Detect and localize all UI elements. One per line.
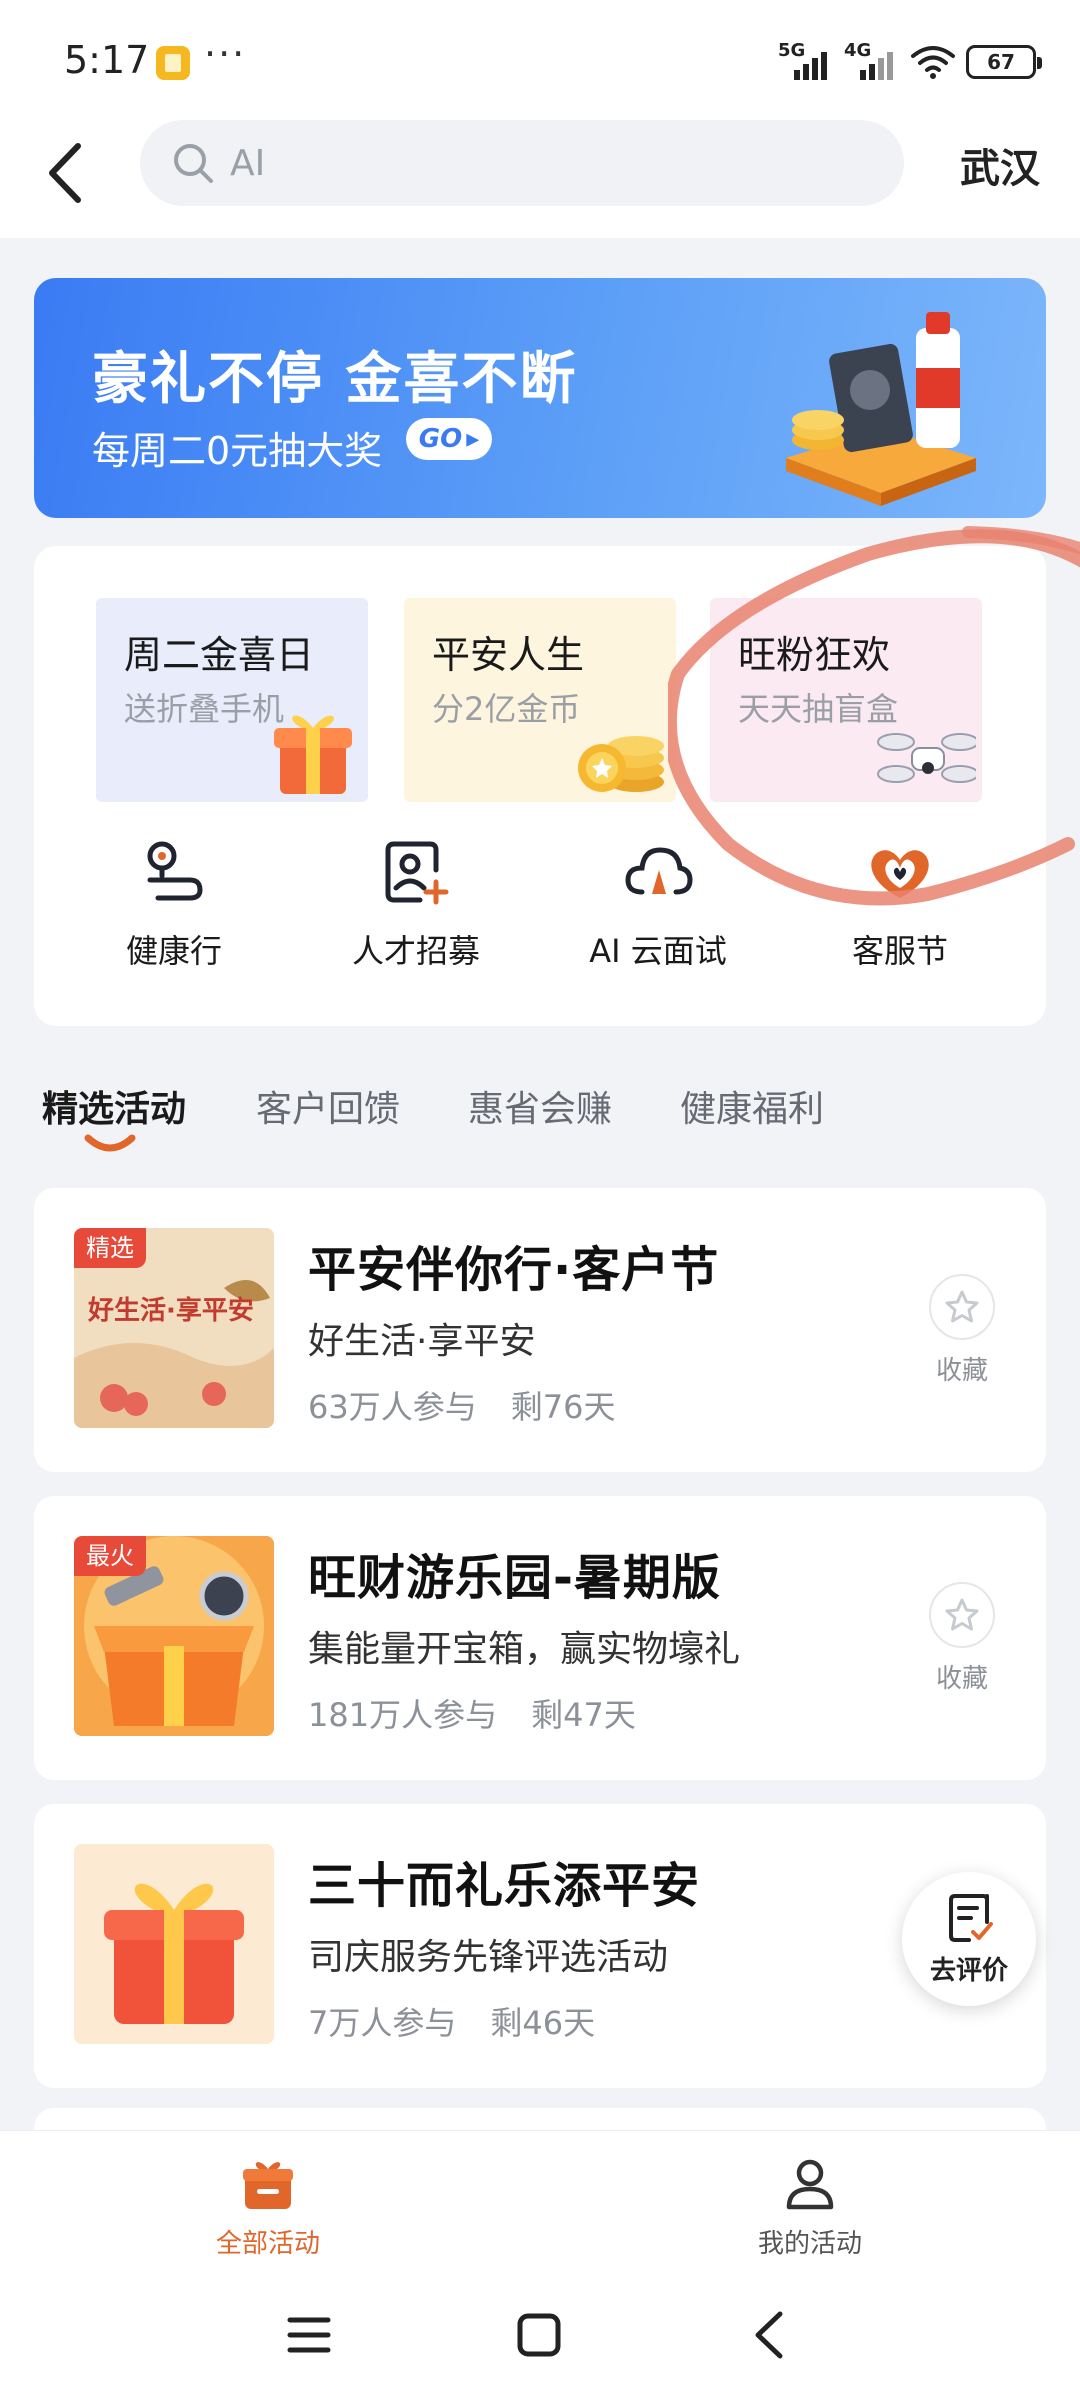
review-label: 去评价 <box>929 1956 1008 1986</box>
wifi-icon <box>911 46 955 79</box>
quick-action-health-walk[interactable]: 健康行 <box>74 836 274 986</box>
tab-customer-feedback[interactable]: 客户回馈 <box>256 1080 400 1132</box>
status-time: 5:17 <box>64 38 150 82</box>
thumbnail-caption: 好生活·享平安 <box>88 1296 254 1326</box>
activity-badge: 精选 <box>74 1228 146 1268</box>
activity-tabs: 精选活动 客户回馈 惠省会赚 健康福利 <box>0 1060 1080 1170</box>
activity-card[interactable]: 三十而礼乐添平安 司庆服务先锋评选活动 7万人参与 剩46天 <box>34 1804 1046 2088</box>
activity-meta: 181万人参与 剩47天 <box>308 1690 636 1736</box>
status-indicators: 5G 4G 67 <box>778 40 1042 84</box>
signal-5g-icon: 5G <box>778 40 834 80</box>
back-arrow-icon[interactable] <box>34 132 98 214</box>
tab-featured[interactable]: 精选活动 <box>42 1080 186 1132</box>
quick-action-talent-recruit[interactable]: 人才招募 <box>316 836 516 986</box>
drone-icon <box>877 733 976 783</box>
activity-description: 好生活·享平安 <box>308 1321 536 1362</box>
system-back-icon[interactable] <box>736 2300 806 2370</box>
banner-go-button[interactable]: GO ▸ <box>406 418 492 460</box>
favorite-label: 收藏 <box>935 1356 988 1386</box>
prize-illustration <box>786 312 976 506</box>
quick-action-label: 健康行 <box>125 932 222 970</box>
quick-action-ai-interview[interactable]: AI 云面试 <box>558 836 758 986</box>
activity-description: 司庆服务先锋评选活动 <box>308 1937 669 1978</box>
activity-title: 旺财游乐园-暑期版 <box>308 1550 721 1606</box>
status-bar: 5:17 ··· 5G 4G 67 <box>0 0 1080 120</box>
tile-title: 周二金喜日 <box>124 633 315 677</box>
days-remaining: 剩76天 <box>510 1388 616 1426</box>
bottom-navigation: 全部活动 我的活动 <box>0 2130 1080 2270</box>
activity-description: 集能量开宝箱，赢实物壕礼 <box>308 1629 741 1670</box>
quick-action-service-festival[interactable]: 客服节 <box>800 836 1000 986</box>
banner-subtitle: 每周二0元抽大奖 <box>92 429 383 473</box>
header: 武汉 <box>0 120 1080 238</box>
nav-label: 全部活动 <box>215 2229 320 2259</box>
activity-thumbnail <box>74 1844 274 2044</box>
days-remaining: 剩46天 <box>490 2004 596 2042</box>
tile-subtitle: 送折叠手机 <box>124 690 285 728</box>
days-remaining: 剩47天 <box>531 1696 636 1734</box>
feature-tile-fan-carnival[interactable]: 旺粉狂欢 天天抽盲盒 <box>710 598 982 802</box>
heart-logo-icon <box>871 850 929 898</box>
tile-subtitle: 天天抽盲盒 <box>738 690 899 728</box>
activity-title: 平安伴你行·客户节 <box>308 1242 720 1298</box>
nav-all-activities[interactable]: 全部活动 <box>158 2155 378 2260</box>
battery-icon: 67 <box>966 45 1042 79</box>
gift-box-icon <box>274 715 352 794</box>
quick-action-label: 人才招募 <box>351 932 480 970</box>
play-arrow-icon: ▸ <box>466 424 480 454</box>
status-more-icon: ··· <box>204 32 247 76</box>
feature-tile-ping-an-life[interactable]: 平安人生 分2亿金币 <box>404 598 676 802</box>
tab-save-and-earn[interactable]: 惠省会赚 <box>468 1080 612 1132</box>
nav-my-activities[interactable]: 我的活动 <box>700 2155 920 2260</box>
category-card: 周二金喜日 送折叠手机 平安人生 分2亿金币 旺粉狂欢 天天抽盲盒 健康行 人才… <box>34 546 1046 1026</box>
activity-meta: 63万人参与 剩76天 <box>308 1382 615 1428</box>
quick-action-label: AI 云面试 <box>589 932 727 970</box>
review-note-icon <box>949 1894 993 1942</box>
search-input[interactable] <box>230 120 870 206</box>
recent-apps-icon[interactable] <box>274 2300 344 2370</box>
banner-title: 豪礼不停 金喜不断 <box>92 347 578 412</box>
favorite-button[interactable]: 收藏 <box>922 1274 1002 1387</box>
tab-active-indicator <box>84 1134 136 1152</box>
review-float-button[interactable]: 去评价 <box>902 1872 1036 2006</box>
activity-card[interactable]: 最火 旺财游乐园-暑期版 集能量开宝箱，赢实物壕礼 181万人参与 剩47天 收藏 <box>34 1496 1046 1780</box>
gift-icon <box>243 2162 293 2209</box>
promo-banner[interactable]: 豪礼不停 金喜不断 每周二0元抽大奖 GO ▸ <box>34 278 1046 518</box>
tab-health-benefits[interactable]: 健康福利 <box>680 1080 824 1132</box>
gift-box-illustration <box>74 1844 274 2044</box>
route-pin-icon <box>147 841 203 901</box>
activity-thumbnail: 最火 <box>74 1536 274 1736</box>
tile-subtitle: 分2亿金币 <box>432 690 581 728</box>
tile-title: 平安人生 <box>432 633 585 677</box>
activity-badge: 最火 <box>74 1536 146 1576</box>
participant-count: 7万人参与 <box>308 2004 457 2042</box>
person-icon <box>786 2159 834 2210</box>
nav-label: 我的活动 <box>757 2229 862 2259</box>
activity-meta: 7万人参与 剩46天 <box>308 1998 595 2044</box>
activity-title: 三十而礼乐添平安 <box>308 1858 701 1914</box>
tile-title: 旺粉狂欢 <box>738 633 891 677</box>
city-selector[interactable]: 武汉 <box>960 136 1040 194</box>
signal-4g-icon: 4G <box>844 40 900 80</box>
activity-thumbnail: 精选 好生活·享平安 <box>74 1228 274 1428</box>
notification-app-icon <box>156 46 190 80</box>
cloud-icon <box>625 847 693 895</box>
star-icon <box>929 1274 995 1340</box>
quick-action-label: 客服节 <box>851 932 948 970</box>
search-box[interactable] <box>140 120 904 206</box>
participant-count: 181万人参与 <box>308 1696 498 1734</box>
star-icon <box>929 1582 995 1648</box>
add-person-icon <box>385 841 449 905</box>
participant-count: 63万人参与 <box>308 1388 477 1426</box>
feature-tile-gold-day[interactable]: 周二金喜日 送折叠手机 <box>96 598 368 802</box>
favorite-button[interactable]: 收藏 <box>922 1582 1002 1695</box>
home-icon[interactable] <box>504 2300 574 2370</box>
activity-card[interactable]: 精选 好生活·享平安 平安伴你行·客户节 好生活·享平安 63万人参与 剩76天 … <box>34 1188 1046 1472</box>
gold-coins-icon <box>578 736 664 792</box>
system-navigation-bar <box>0 2270 1080 2400</box>
favorite-label: 收藏 <box>935 1664 988 1694</box>
search-icon <box>174 144 213 183</box>
